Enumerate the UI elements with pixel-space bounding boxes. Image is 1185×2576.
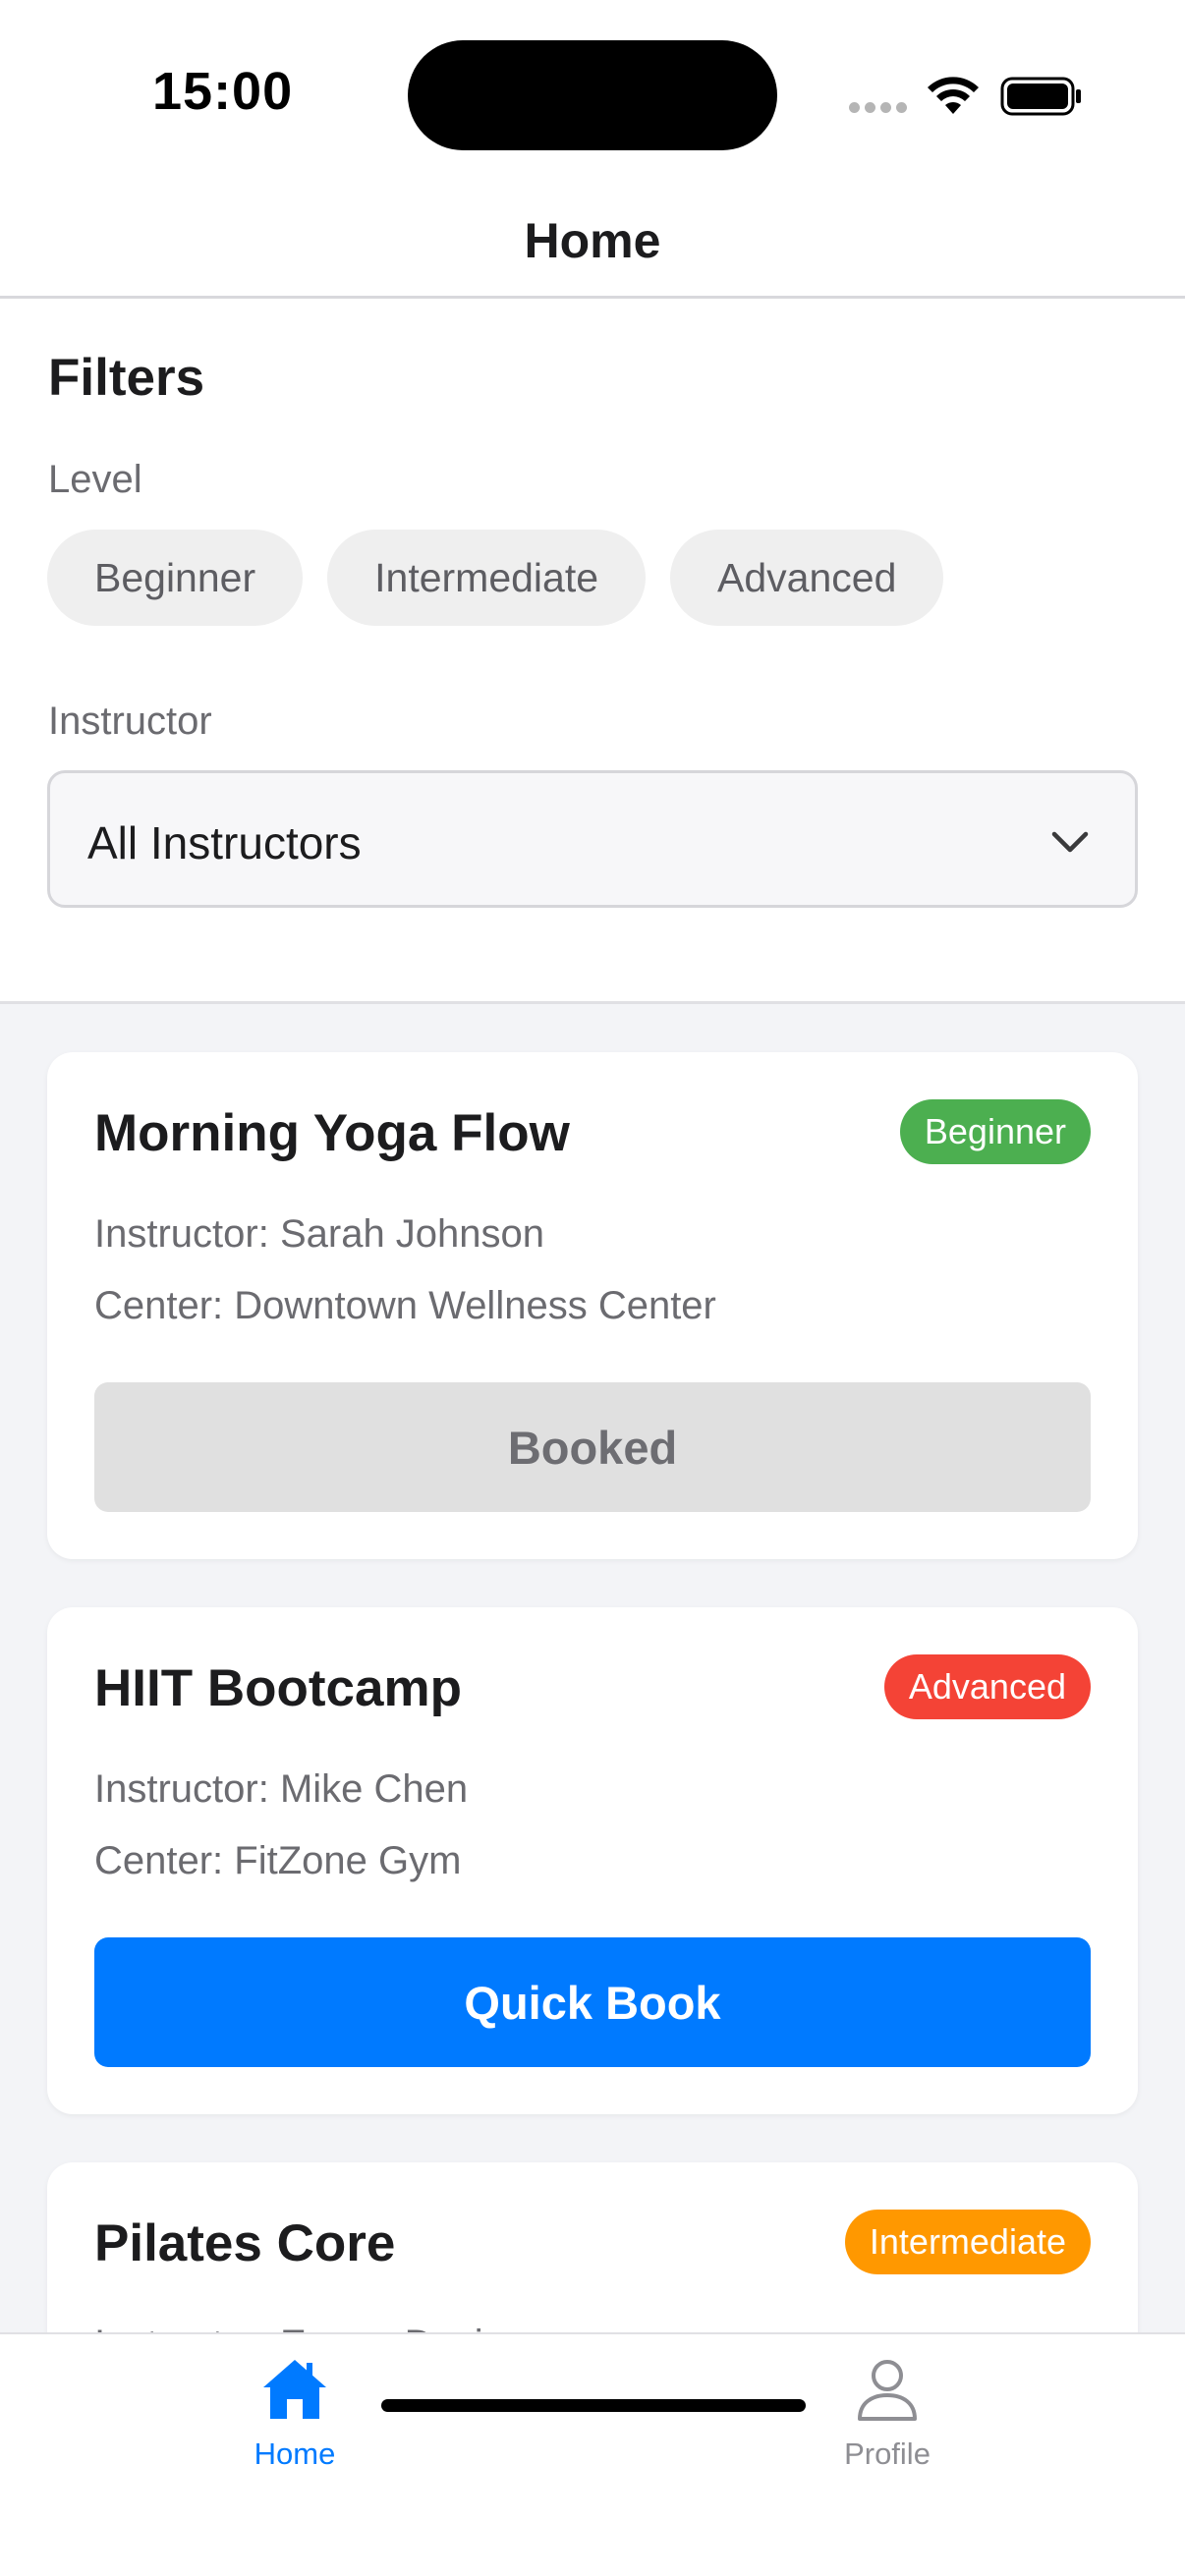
tab-home[interactable]: Home — [167, 2356, 423, 2474]
class-card: Pilates Core Intermediate Instructor: Em… — [47, 2162, 1138, 2332]
class-card: Morning Yoga Flow Beginner Instructor: S… — [47, 1052, 1138, 1559]
class-title: Pilates Core — [94, 2214, 396, 2272]
level-badge: Beginner — [899, 1099, 1091, 1164]
tab-bar: Home Profile — [0, 2332, 1185, 2576]
dynamic-island — [408, 40, 777, 150]
person-icon — [858, 2360, 917, 2421]
level-label: Level — [48, 458, 142, 501]
level-chip-group: Beginner Intermediate Advanced — [47, 530, 944, 626]
instructor-select-value: All Instructors — [87, 817, 362, 868]
chevron-down-icon — [1051, 831, 1089, 853]
home-indicator — [381, 2399, 806, 2412]
booked-button[interactable]: Booked — [94, 1382, 1091, 1512]
quick-book-button[interactable]: Quick Book — [94, 1937, 1091, 2067]
class-instructor: Instructor: Mike Chen — [94, 1767, 469, 1811]
page-title: Home — [524, 213, 661, 268]
instructor-label: Instructor — [48, 700, 212, 743]
tab-home-label: Home — [254, 2436, 336, 2471]
cellular-signal-icon — [849, 102, 908, 114]
class-instructor: Instructor: Emma Davis — [94, 2323, 503, 2332]
status-time: 15:00 — [152, 62, 294, 121]
instructor-select[interactable]: All Instructors — [47, 770, 1138, 908]
tab-profile-label: Profile — [844, 2436, 931, 2471]
class-center: Center: Downtown Wellness Center — [94, 1284, 716, 1327]
battery-icon — [1000, 77, 1081, 116]
nav-header: Home — [0, 187, 1185, 299]
level-badge: Advanced — [883, 1654, 1091, 1719]
class-list[interactable]: Morning Yoga Flow Beginner Instructor: S… — [0, 1004, 1185, 2332]
level-badge: Intermediate — [844, 2210, 1091, 2274]
home-icon — [263, 2360, 326, 2419]
class-title: Morning Yoga Flow — [94, 1104, 570, 1162]
level-chip-advanced[interactable]: Advanced — [670, 530, 944, 626]
status-bar: 15:00 — [0, 0, 1185, 187]
class-title: HIIT Bootcamp — [94, 1659, 462, 1717]
level-chip-intermediate[interactable]: Intermediate — [327, 530, 647, 626]
class-center: Center: FitZone Gym — [94, 1839, 462, 1882]
filters-panel: Filters Level Beginner Intermediate Adva… — [0, 299, 1185, 1004]
level-chip-beginner[interactable]: Beginner — [47, 530, 304, 626]
filters-title: Filters — [48, 349, 205, 407]
class-instructor: Instructor: Sarah Johnson — [94, 1212, 545, 1256]
tab-profile[interactable]: Profile — [760, 2356, 1015, 2474]
wifi-icon — [928, 77, 979, 114]
class-card: HIIT Bootcamp Advanced Instructor: Mike … — [47, 1607, 1138, 2114]
